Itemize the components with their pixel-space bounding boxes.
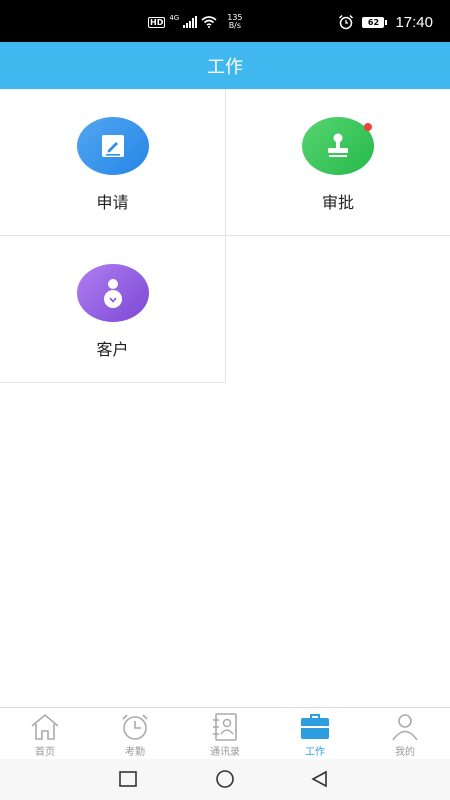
title-bar: 工作: [0, 42, 450, 89]
clock: 17:40: [395, 13, 433, 31]
battery-tip: [385, 19, 388, 25]
grid-item-label: 申请: [96, 193, 129, 212]
apply-icon-circle: [76, 117, 149, 175]
person-icon: [392, 714, 418, 741]
approve-icon-circle: [302, 117, 374, 175]
customer-icon-circle: [76, 264, 149, 322]
status-left: HD 4G 135 B/s: [148, 14, 243, 30]
hd-badge: HD: [148, 16, 166, 28]
network-speed: 135 B/s: [227, 14, 242, 30]
tab-mine[interactable]: 我的: [360, 708, 450, 759]
notification-dot: [364, 123, 372, 131]
contacts-icon: [213, 713, 237, 741]
page-title: 工作: [207, 56, 243, 78]
system-nav-bar: [0, 759, 450, 800]
recent-apps-icon[interactable]: [119, 770, 137, 788]
network-type: 4G: [169, 14, 180, 22]
tab-label: 考勤: [125, 747, 145, 758]
wifi-icon: [201, 16, 217, 28]
battery-indicator: 62: [362, 16, 388, 28]
grid-item-label: 审批: [321, 193, 354, 212]
alarm-icon: [339, 14, 354, 30]
edit-icon: [101, 135, 124, 157]
customer-icon: [103, 279, 122, 308]
status-right: 62 17:40: [338, 13, 433, 31]
tab-label: 我的: [395, 747, 415, 758]
tab-work[interactable]: 工作: [270, 708, 360, 759]
alarm-clock-icon: [122, 714, 148, 740]
grid-item-apply[interactable]: 申请: [0, 89, 226, 236]
grid-item-label: 客户: [96, 340, 129, 359]
tab-label: 通讯录: [210, 747, 240, 758]
speed-unit: B/s: [228, 21, 242, 30]
grid-item-customer[interactable]: 客户: [0, 236, 226, 383]
grid-item-approve[interactable]: 审批: [226, 89, 450, 236]
tab-attendance[interactable]: 考勤: [90, 708, 180, 759]
home-button-icon[interactable]: [215, 770, 235, 788]
bottom-nav: 首页 考勤 通讯录 工作 我的: [0, 707, 450, 759]
signal-icon: [183, 16, 198, 28]
tab-contacts[interactable]: 通讯录: [180, 708, 270, 759]
tab-label: 首页: [35, 747, 55, 758]
tab-home[interactable]: 首页: [0, 708, 90, 759]
status-bar: HD 4G 135 B/s 62 17:40: [0, 0, 450, 42]
back-icon[interactable]: [311, 770, 329, 788]
stamp-icon: [328, 133, 348, 157]
tab-label: 工作: [305, 747, 325, 758]
home-icon: [31, 713, 59, 740]
battery-level: 62: [362, 16, 385, 28]
briefcase-icon: [301, 714, 329, 739]
